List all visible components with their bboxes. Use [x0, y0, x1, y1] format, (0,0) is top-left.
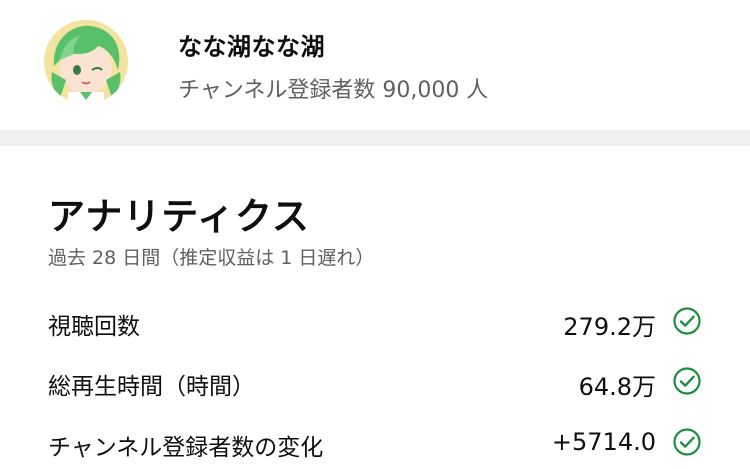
check-circle-icon	[673, 428, 701, 456]
metric-label: 視聴回数	[48, 314, 140, 340]
metric-value: 279.2万	[563, 313, 656, 341]
metric-row-subscriber-change[interactable]: チャンネル登録者数の変化 +5714.0	[48, 422, 708, 466]
channel-avatar[interactable]	[44, 20, 128, 104]
metric-label: 総再生時間（時間）	[48, 374, 255, 400]
avatar-illustration	[44, 20, 128, 104]
channel-header[interactable]: なな湖なな湖 チャンネル登録者数 90,000 人	[0, 0, 750, 130]
analytics-period: 過去 28 日間（推定収益は 1 日遅れ）	[48, 247, 375, 269]
metric-row-views[interactable]: 視聴回数 279.2万	[48, 301, 708, 345]
analytics-screen: なな湖なな湖 チャンネル登録者数 90,000 人 アナリティクス 過去 28 …	[0, 0, 750, 469]
analytics-card[interactable]: アナリティクス 過去 28 日間（推定収益は 1 日遅れ） 視聴回数 279.2…	[0, 146, 750, 469]
metric-value: 64.8万	[578, 373, 656, 401]
metric-label: チャンネル登録者数の変化	[48, 435, 324, 461]
subscriber-count: チャンネル登録者数 90,000 人	[178, 78, 489, 103]
metric-value: +5714.0	[551, 428, 656, 456]
metric-row-watch-time[interactable]: 総再生時間（時間） 64.8万	[48, 361, 708, 405]
check-circle-icon	[673, 367, 701, 395]
check-circle-icon	[673, 307, 701, 335]
analytics-title: アナリティクス	[48, 195, 310, 238]
section-divider	[0, 130, 750, 146]
channel-name[interactable]: なな湖なな湖	[178, 27, 325, 62]
